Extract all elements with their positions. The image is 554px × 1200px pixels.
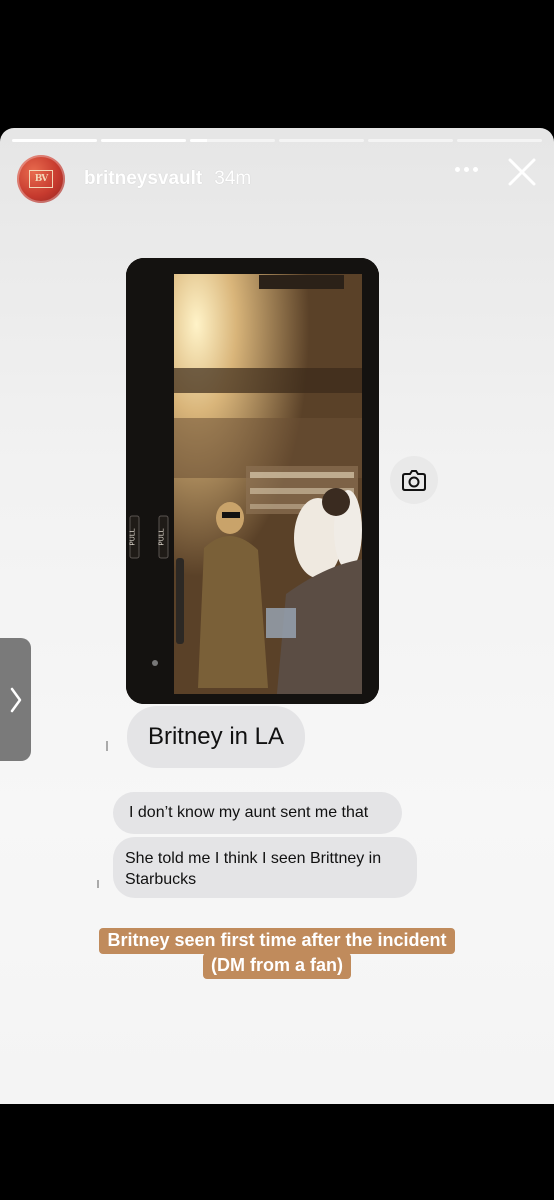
progress-segment: [279, 139, 364, 142]
more-dot: [455, 167, 460, 172]
story-viewer[interactable]: BV britneysvault 34m PULL PULL Britney i…: [0, 128, 554, 1104]
progress-segment: [101, 139, 186, 142]
camera-button[interactable]: [390, 456, 438, 504]
progress-segment: [368, 139, 453, 142]
door-label-left: PULL: [129, 528, 137, 545]
story-progress-bar: [12, 139, 542, 142]
story-header: BV britneysvault 34m: [17, 154, 544, 204]
more-dot: [473, 167, 478, 172]
caption-line: (DM from a fan): [203, 953, 351, 979]
message-text: Britney in LA: [147, 723, 285, 750]
message-text: I don’t know my aunt sent me that: [129, 804, 369, 821]
message-bubble[interactable]: She told me I think I seen Brittney in S…: [113, 837, 417, 898]
read-indicator: [106, 741, 108, 751]
message-text-line: She told me I think I seen Brittney in: [125, 850, 382, 867]
shared-photo[interactable]: PULL PULL: [126, 258, 379, 704]
read-indicator: [97, 880, 99, 888]
caption-line: Britney seen first time after the incide…: [99, 928, 455, 954]
story-caption: Britney seen first time after the incide…: [0, 928, 554, 979]
progress-segment: [12, 139, 97, 142]
message-bubble[interactable]: Britney in LA: [127, 706, 305, 768]
camera-icon: [402, 470, 426, 491]
avatar-logo: BV: [29, 170, 53, 188]
next-story-tab[interactable]: [0, 638, 31, 761]
close-icon[interactable]: [504, 154, 540, 190]
chevron-right-icon: [10, 687, 21, 712]
post-time: 34m: [214, 168, 252, 189]
more-icon[interactable]: [455, 167, 478, 172]
message-bubble[interactable]: I don’t know my aunt sent me that: [113, 792, 402, 834]
door-label-right: PULL: [158, 528, 166, 545]
avatar[interactable]: BV: [17, 155, 65, 203]
progress-segment-current: [190, 139, 275, 142]
username[interactable]: britneysvault: [84, 168, 202, 190]
message-text-line: Starbucks: [125, 871, 197, 888]
more-dot: [464, 167, 469, 172]
progress-segment: [457, 139, 542, 142]
